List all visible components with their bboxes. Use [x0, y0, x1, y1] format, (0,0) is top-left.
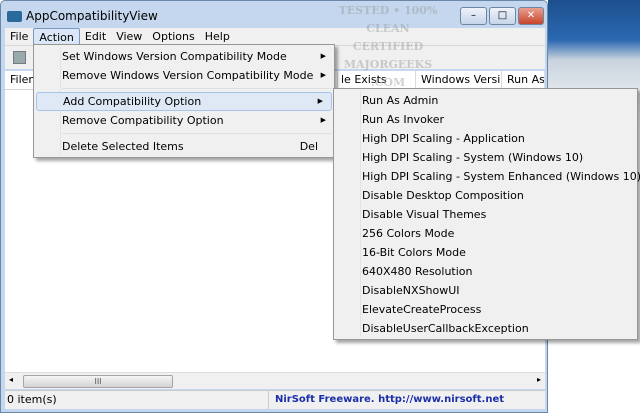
- submenu-item[interactable]: 16-Bit Colors Mode: [334, 243, 637, 262]
- menu-file[interactable]: File: [5, 28, 33, 45]
- submenu-arrow-icon: ▶: [320, 52, 326, 60]
- scroll-left-icon[interactable]: ◂: [9, 375, 13, 384]
- menu-edit[interactable]: Edit: [80, 28, 111, 45]
- submenu-item[interactable]: 256 Colors Mode: [334, 224, 637, 243]
- submenu-item[interactable]: DisableNXShowUI: [334, 281, 637, 300]
- menu-view[interactable]: View: [111, 28, 147, 45]
- action-menu: Set Windows Version Compatibility Mode ▶ …: [33, 44, 335, 158]
- shortcut-label: Del: [299, 140, 318, 153]
- submenu-item[interactable]: Run As Invoker: [334, 110, 637, 129]
- title-bar: AppCompatibilityView: [7, 9, 158, 23]
- scroll-right-icon[interactable]: ▸: [537, 375, 541, 384]
- close-button[interactable]: ✕: [518, 7, 544, 25]
- menu-action[interactable]: Action: [33, 28, 80, 45]
- column-run-as-admin[interactable]: Run As A: [502, 71, 545, 89]
- menu-bar: File Action Edit View Options Help: [5, 28, 545, 45]
- column-windows-version[interactable]: Windows Versi...: [416, 71, 502, 89]
- save-icon[interactable]: [13, 51, 26, 64]
- submenu-item[interactable]: High DPI Scaling - System (Windows 10): [334, 148, 637, 167]
- app-icon: [7, 10, 22, 22]
- minimize-button[interactable]: –: [460, 7, 487, 25]
- submenu-item[interactable]: ElevateCreateProcess: [334, 300, 637, 319]
- maximize-button[interactable]: □: [489, 7, 516, 25]
- menu-item-label: Remove Windows Version Compatibility Mod…: [62, 69, 314, 82]
- menu-item-add-compat-option[interactable]: Add Compatibility Option ▶: [36, 92, 332, 111]
- menu-item-remove-compat-option[interactable]: Remove Compatibility Option ▶: [34, 111, 334, 130]
- submenu-arrow-icon: ▶: [320, 71, 326, 79]
- menu-item-label: Delete Selected Items: [62, 140, 184, 153]
- scroll-thumb[interactable]: III: [23, 375, 173, 388]
- menu-separator: [62, 133, 332, 134]
- menu-item-label: Add Compatibility Option: [63, 95, 202, 108]
- item-count: 0 item(s): [5, 391, 269, 409]
- menu-options[interactable]: Options: [147, 28, 199, 45]
- submenu-arrow-icon: ▶: [320, 116, 326, 124]
- menu-item-label: Set Windows Version Compatibility Mode: [62, 50, 287, 63]
- menu-item-remove-version-mode[interactable]: Remove Windows Version Compatibility Mod…: [34, 66, 334, 85]
- menu-separator: [62, 88, 332, 89]
- submenu-item[interactable]: Disable Desktop Composition: [334, 186, 637, 205]
- submenu-item[interactable]: Disable Visual Themes: [334, 205, 637, 224]
- submenu-item[interactable]: DisableUserCallbackException: [334, 319, 637, 338]
- column-file-exists[interactable]: le Exists: [338, 71, 416, 89]
- submenu-item[interactable]: 640X480 Resolution: [334, 262, 637, 281]
- window-title: AppCompatibilityView: [26, 9, 158, 23]
- compat-option-submenu: Run As Admin Run As Invoker High DPI Scali…: [333, 88, 640, 340]
- submenu-item[interactable]: High DPI Scaling - Application: [334, 129, 637, 148]
- horizontal-scrollbar[interactable]: ◂ III ▸: [5, 372, 545, 389]
- menu-item-delete-selected[interactable]: Delete Selected Items Del: [34, 137, 334, 156]
- nirsoft-link[interactable]: NirSoft Freeware. http://www.nirsoft.net: [269, 391, 504, 409]
- menu-item-label: Remove Compatibility Option: [62, 114, 224, 127]
- menu-help[interactable]: Help: [200, 28, 235, 45]
- submenu-item[interactable]: Run As Admin: [334, 91, 637, 110]
- status-bar: 0 item(s) NirSoft Freeware. http://www.n…: [5, 390, 545, 409]
- submenu-arrow-icon: ▶: [317, 97, 323, 105]
- submenu-item[interactable]: High DPI Scaling - System Enhanced (Wind…: [334, 167, 640, 186]
- menu-item-set-version-mode[interactable]: Set Windows Version Compatibility Mode ▶: [34, 47, 334, 66]
